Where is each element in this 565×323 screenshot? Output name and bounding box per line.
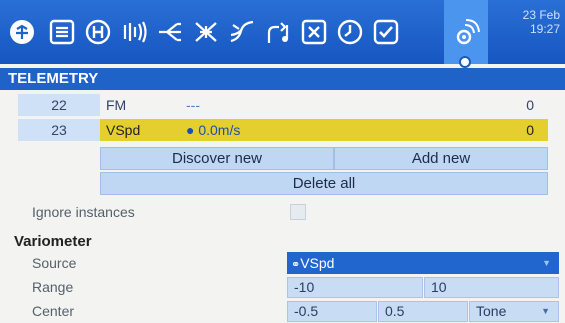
add-new-button[interactable]: Add new (334, 147, 548, 170)
sensor-index: 23 (18, 119, 100, 141)
top-menu-bar: 23 Feb 19:27 (0, 0, 565, 68)
page-title: TELEMETRY (0, 68, 565, 90)
sensor-cell[interactable]: FM --- 0 (100, 94, 548, 116)
sensor-index: 22 (18, 94, 100, 116)
range-min-field[interactable]: -10 (287, 277, 423, 298)
source-select[interactable]: ⚭VSpd ▼ (287, 252, 559, 274)
curves-icon[interactable] (224, 13, 260, 51)
sensor-row[interactable]: 22 FM --- 0 (0, 94, 565, 116)
range-label: Range (32, 279, 74, 295)
checklist-icon[interactable] (368, 13, 404, 51)
radio-model-icon[interactable] (4, 13, 40, 51)
date-text: 23 Feb (522, 8, 560, 22)
source-label: Source (32, 255, 77, 271)
sensor-value: --- (186, 97, 200, 113)
center-mode-value: Tone (476, 303, 507, 319)
sensor-name: FM (106, 97, 127, 113)
active-tab-indicator (459, 56, 471, 68)
signal-wave-icon[interactable] (116, 13, 152, 51)
radio-screen: 23 Feb 19:27 TELEMETRY 22 FM --- 0 23 VS… (0, 0, 565, 323)
ignore-instances-label: Ignore instances (32, 204, 135, 220)
telemetry-small-icon: ⚭ (291, 259, 301, 271)
chevron-down-icon: ▼ (541, 306, 550, 316)
logic-switch-icon[interactable] (260, 13, 296, 51)
sensor-value: ● 0.0m/s (186, 122, 241, 138)
sensor-row-selected[interactable]: 23 VSpd ● 0.0m/s 0 (0, 119, 565, 141)
mixer-icon[interactable] (152, 13, 188, 51)
delete-all-button[interactable]: Delete all (100, 172, 548, 195)
range-max-field[interactable]: 10 (424, 277, 559, 298)
ignore-instances-checkbox[interactable] (290, 204, 306, 220)
source-value: VSpd (300, 255, 335, 271)
sensor-count: 0 (526, 122, 534, 138)
sensor-name: VSpd (106, 122, 141, 138)
center-min-field[interactable]: -0.5 (287, 301, 377, 322)
sensor-count: 0 (526, 97, 534, 113)
chevron-down-icon: ▼ (542, 258, 551, 268)
center-mode-select[interactable]: Tone ▼ (469, 301, 559, 322)
telemetry-icon[interactable] (448, 13, 484, 51)
special-function-icon[interactable] (296, 13, 332, 51)
center-label: Center (32, 303, 75, 319)
center-max-field[interactable]: 0.5 (378, 301, 468, 322)
cross-arrows-icon[interactable] (188, 13, 224, 51)
timer-icon[interactable] (332, 13, 368, 51)
clock: 23 Feb 19:27 (500, 8, 560, 36)
sensor-cell[interactable]: VSpd ● 0.0m/s 0 (100, 119, 548, 141)
list-icon[interactable] (44, 13, 80, 51)
home-h-icon[interactable] (80, 13, 116, 51)
time-text: 19:27 (529, 22, 560, 36)
variometer-heading: Variometer (14, 233, 92, 250)
discover-new-button[interactable]: Discover new (100, 147, 334, 170)
